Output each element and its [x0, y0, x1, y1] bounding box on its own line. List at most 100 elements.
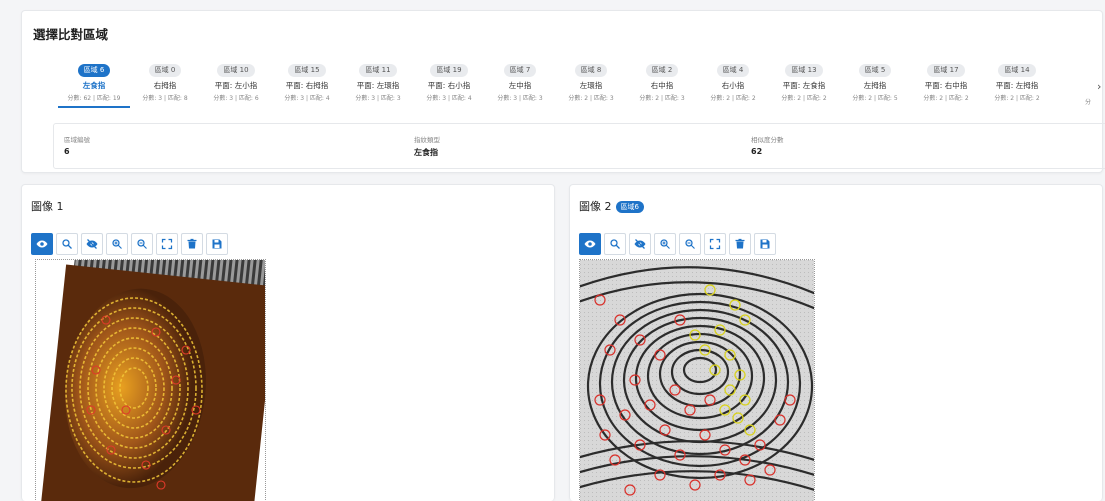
region-tab[interactable]: 區域 6 左食指 分數: 62 | 匹配: 19	[58, 57, 130, 113]
region-tab[interactable]: 區域 15 平面: 右拇指 分數: 3 | 匹配: 4	[271, 57, 343, 113]
region-finger-label: 平面: 左小指	[214, 81, 258, 90]
region-tab[interactable]: 區域 4 右小指分數: 2 | 匹配: 2	[697, 57, 769, 113]
region-score-label: 分數: 2 | 匹配: 2	[781, 95, 827, 102]
region-tab[interactable]: 區域 7 左中指分數: 3 | 匹配: 3	[484, 57, 556, 113]
fullscreen-button[interactable]	[704, 233, 726, 255]
zoom-in-button[interactable]	[106, 233, 128, 255]
region-score-label: 分數: 3 | 匹配: 8	[142, 95, 188, 102]
latent-print-image[interactable]	[35, 259, 266, 501]
region-tabs: 區域 6 左食指 分數: 62 | 匹配: 19 區域 0 右拇指 分數: 3 | 匹配:…	[58, 57, 1083, 113]
chevron-right-icon[interactable]: ›	[1097, 80, 1101, 93]
region-score-label: 分數: 2 | 匹配: 2	[994, 95, 1040, 102]
region-finger-label: 左食指	[82, 81, 106, 90]
region-finger-label: 平面: 左拇指	[995, 81, 1039, 90]
similarity-score-label: 相似度分數	[751, 136, 784, 144]
finger-type-field: 指紋類型 左食指	[414, 134, 440, 158]
search-button[interactable]	[604, 233, 626, 255]
region-score-label: 分數: 3 | 匹配: 6	[213, 95, 259, 102]
zoom-out-icon	[136, 238, 148, 250]
region-finger-label: 平面: 右拇指	[285, 81, 329, 90]
region-tab[interactable]: 區域 8 左環指 分數: 2 | 匹配: 3	[555, 57, 627, 113]
region-tab[interactable]: 區域 10 平面: 左小指 分數: 3 | 匹配: 6	[200, 57, 272, 113]
delete-button[interactable]	[181, 233, 203, 255]
region-chip: 區域 6	[77, 64, 111, 77]
fullscreen-icon	[709, 238, 721, 250]
region-tab[interactable]: 區域 2 右中指分數: 2 | 匹配: 3	[626, 57, 698, 113]
region-chip: 區域 4	[716, 64, 750, 77]
eye-icon	[36, 238, 48, 250]
image-2-title: 圖像 2 區域6	[579, 198, 644, 214]
similarity-score-field: 相似度分數 62	[751, 134, 784, 156]
zoom-out-button[interactable]	[131, 233, 153, 255]
region-number-field: 區域編號 6	[64, 134, 90, 156]
region-tab[interactable]: 區域 11 平面: 左環指 分數: 3 | 匹配: 3	[342, 57, 414, 113]
region-chip: 區域 0	[148, 64, 182, 77]
region-number-label: 區域編號	[64, 136, 90, 144]
region-tab[interactable]: 區域 0 右拇指分數: 3 | 匹配: 8	[129, 57, 201, 113]
image-2-title-text: 圖像 2	[579, 200, 612, 213]
region-selector-card: 選擇比對區域 區域 6 左食指 分數: 62 | 匹配: 19 區域 0 右拇指 分數: …	[21, 10, 1105, 173]
region-finger-label: 平面: 右小指	[427, 81, 471, 90]
region-chip: 區域 13	[785, 64, 823, 77]
region-chip: 區域 17	[927, 64, 965, 77]
search-button[interactable]	[56, 233, 78, 255]
eye-button[interactable]	[31, 233, 53, 255]
region-finger-label: 右小指	[721, 81, 745, 90]
zoom-out-icon	[684, 238, 696, 250]
region-tab[interactable]: 區域 17 平面: 右中指 分數: 2 | 匹配: 2	[910, 57, 982, 113]
search-icon	[61, 238, 73, 250]
image-1-toolbar	[31, 233, 228, 255]
image-1-title-text: 圖像 1	[31, 200, 64, 213]
region-finger-label: 右中指	[650, 81, 674, 90]
eye-off-icon	[86, 238, 98, 250]
zoom-in-button[interactable]	[654, 233, 676, 255]
region-chip: 區域 2	[645, 64, 679, 77]
delete-icon	[186, 238, 198, 250]
fullscreen-icon	[161, 238, 173, 250]
delete-icon	[734, 238, 746, 250]
region-score-label: 分數: 2 | 匹配: 5	[852, 95, 898, 102]
eye-off-button[interactable]	[81, 233, 103, 255]
reference-print-svg	[580, 260, 814, 501]
image-1-title: 圖像 1	[31, 198, 64, 214]
tab-overflow-text: 分	[1085, 99, 1092, 106]
image-2-region-badge: 區域6	[615, 201, 644, 213]
eye-off-button[interactable]	[629, 233, 651, 255]
eye-button[interactable]	[579, 233, 601, 255]
save-button[interactable]	[206, 233, 228, 255]
region-tab[interactable]: 區域 13 平面: 左食指 分數: 2 | 匹配: 2	[768, 57, 840, 113]
delete-button[interactable]	[729, 233, 751, 255]
region-finger-label: 左拇指	[863, 81, 887, 90]
region-finger-label: 右拇指	[153, 81, 177, 90]
finger-type-value: 左食指	[414, 148, 438, 157]
region-score-label: 分數: 2 | 匹配: 3	[568, 95, 614, 102]
save-button[interactable]	[754, 233, 776, 255]
region-score-label: 分數: 2 | 匹配: 3	[639, 95, 685, 102]
zoom-in-icon	[111, 238, 123, 250]
latent-print-svg	[36, 260, 265, 501]
fullscreen-button[interactable]	[156, 233, 178, 255]
region-tab[interactable]: 區域 19 平面: 右小指 分數: 3 | 匹配: 4	[413, 57, 485, 113]
region-score-label: 分數: 3 | 匹配: 4	[426, 95, 472, 102]
region-score-label: 分數: 2 | 匹配: 2	[710, 95, 756, 102]
region-chip: 區域 14	[998, 64, 1036, 77]
region-chip: 區域 11	[359, 64, 397, 77]
eye-icon	[584, 238, 596, 250]
image-panel-2: 圖像 2 區域6	[569, 184, 1103, 501]
region-tab[interactable]: 區域 5 左拇指 分數: 2 | 匹配: 5	[839, 57, 911, 113]
save-icon	[759, 238, 771, 250]
similarity-score-value: 62	[751, 147, 763, 156]
zoom-in-icon	[659, 238, 671, 250]
image-panel-1: 圖像 1	[21, 184, 555, 501]
region-score-label: 分數: 3 | 匹配: 3	[497, 95, 543, 102]
region-chip: 區域 8	[574, 64, 608, 77]
region-chip: 區域 15	[288, 64, 326, 77]
region-selector-title: 選擇比對區域	[33, 27, 109, 42]
region-finger-label: 左中指	[508, 81, 532, 90]
region-chip: 區域 7	[503, 64, 537, 77]
save-icon	[211, 238, 223, 250]
region-tab[interactable]: 區域 14 平面: 左拇指 分數: 2 | 匹配: 2	[981, 57, 1053, 113]
zoom-out-button[interactable]	[679, 233, 701, 255]
region-finger-label: 平面: 左食指	[782, 81, 826, 90]
reference-print-image[interactable]	[579, 259, 815, 501]
